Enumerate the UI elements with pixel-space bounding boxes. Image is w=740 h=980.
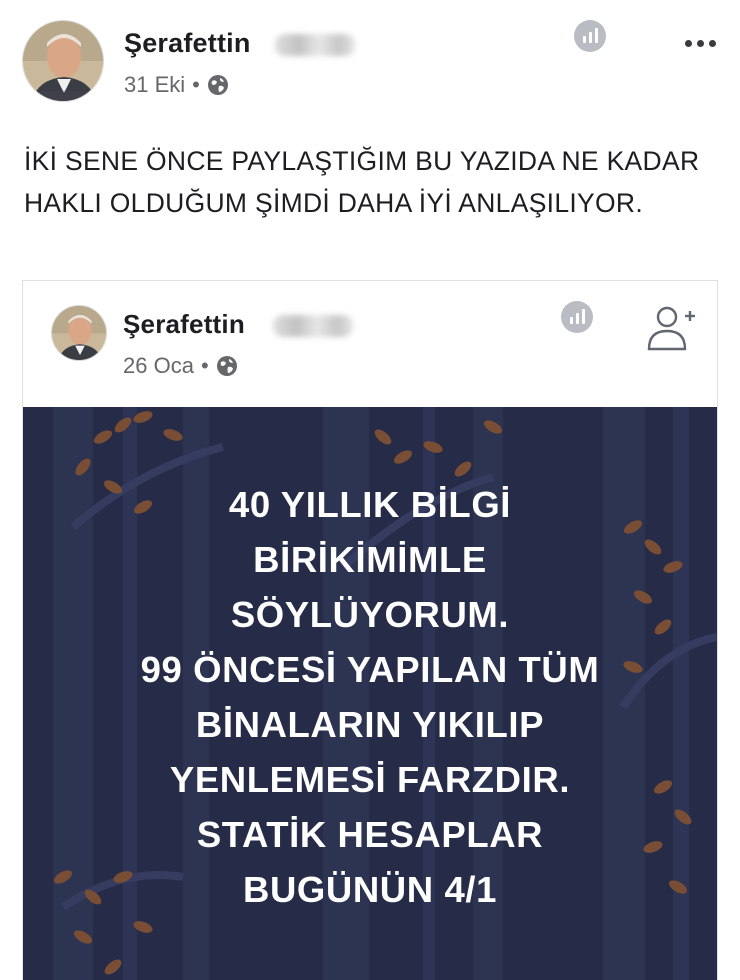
shared-post-image[interactable]: 40 YILLIK BİLGİ BİRİKİMİMLE SÖYLÜYORUM. … — [23, 407, 717, 980]
meta-separator: • — [192, 72, 200, 97]
image-quote-text: 40 YILLIK BİLGİ BİRİKİMİMLE SÖYLÜYORUM. … — [140, 484, 600, 910]
add-friend-icon[interactable] — [645, 303, 697, 360]
author-name[interactable]: Şerafettin — [124, 28, 251, 59]
post-header: Şerafettin 31 Eki • — [22, 20, 722, 110]
facebook-post-page: Şerafettin 31 Eki • İKİ SENE ÖNCE PAYLAŞ… — [0, 0, 740, 980]
shared-author-avatar[interactable] — [51, 305, 107, 361]
post-meta: 31 Eki • — [124, 72, 229, 98]
post-date[interactable]: 31 Eki — [124, 72, 185, 98]
shared-post-meta: 26 Oca • — [123, 353, 238, 379]
post-text: İKİ SENE ÖNCE PAYLAŞTIĞIM BU YAZIDA NE K… — [24, 146, 700, 218]
shared-author-name[interactable]: Şerafettin — [123, 309, 245, 340]
shared-insights-icon[interactable] — [561, 301, 593, 333]
more-options-icon[interactable] — [685, 40, 716, 47]
shared-post-card[interactable]: Şerafettin 26 Oca • 40 YILLIK BİLGİ BİRİ… — [22, 280, 718, 980]
shared-meta-separator: • — [200, 353, 209, 378]
shared-post-header: Şerafettin 26 Oca • — [23, 281, 717, 407]
author-avatar[interactable] — [22, 20, 104, 102]
redacted-surname — [275, 34, 355, 56]
shared-post-date[interactable]: 26 Oca — [123, 353, 194, 379]
redacted-surname-shared — [273, 315, 353, 337]
globe-icon — [207, 74, 229, 96]
globe-icon — [216, 355, 238, 377]
insights-icon[interactable] — [574, 20, 606, 52]
